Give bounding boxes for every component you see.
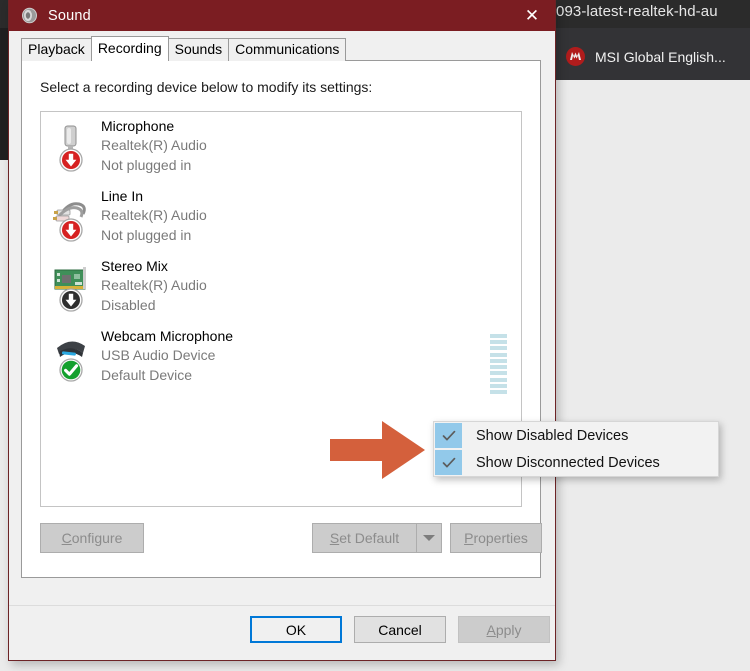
close-icon[interactable]: ✕ [509, 0, 555, 31]
title-bar[interactable]: Sound ✕ [9, 0, 555, 31]
bookmark-label: MSI Global English... [595, 48, 726, 65]
tab-sounds[interactable]: Sounds [167, 38, 230, 61]
speaker-icon [21, 7, 38, 24]
device-name: Line In [101, 188, 144, 204]
checkmark-icon [435, 450, 462, 475]
device-driver: Realtek(R) Audio [101, 207, 207, 223]
device-driver: Realtek(R) Audio [101, 277, 207, 293]
device-status: Not plugged in [101, 227, 192, 243]
properties-label-rest: roperties [473, 530, 528, 546]
recording-tab-panel: Select a recording device below to modif… [21, 60, 542, 578]
context-menu[interactable]: Show Disabled Devices Show Disconnected … [433, 421, 719, 477]
set-default-accel: S [329, 530, 340, 546]
meter-segment [490, 365, 507, 370]
meter-segment [490, 389, 507, 394]
meter-segment [490, 383, 507, 388]
msi-dragon-logo-icon [566, 47, 585, 66]
device-status: Not plugged in [101, 157, 192, 173]
device-status: Disabled [101, 297, 156, 313]
configure-button[interactable]: Configure [40, 523, 144, 553]
caret-shape [423, 535, 435, 541]
menu-item-label: Show Disabled Devices [476, 427, 629, 444]
configure-accel: C [61, 530, 72, 546]
ok-button[interactable]: OK [250, 616, 342, 643]
device-name: Microphone [101, 118, 175, 134]
set-default-button[interactable]: Set Default [312, 523, 416, 553]
menu-item-label: Show Disconnected Devices [476, 454, 660, 471]
device-name: Stereo Mix [101, 258, 168, 274]
set-default-button-group[interactable]: Set Default [312, 523, 442, 553]
right-arrow-annotation-icon [330, 419, 426, 481]
microphone-icon [53, 122, 95, 174]
properties-button[interactable]: Properties [450, 523, 542, 553]
device-status: Default Device [101, 367, 193, 383]
tab-bar: Playback Recording Sounds Communications [21, 36, 347, 61]
chevron-down-icon[interactable] [416, 523, 442, 553]
set-default-label-rest: et Default [339, 530, 400, 546]
meter-segment [490, 352, 507, 357]
device-row-stereo-mix[interactable]: Stereo Mix Realtek(R) Audio Disabled [41, 252, 521, 322]
meter-segment [490, 377, 507, 382]
menu-item-show-disabled-devices[interactable]: Show Disabled Devices [434, 422, 718, 449]
browser-tab-title[interactable]: 093-latest-realtek-hd-au [556, 3, 718, 20]
cancel-button[interactable]: Cancel [354, 616, 446, 643]
tab-communications[interactable]: Communications [228, 38, 347, 61]
tab-recording[interactable]: Recording [90, 36, 169, 61]
device-driver: Realtek(R) Audio [101, 137, 207, 153]
dialog-button-bar: OK Cancel Apply [9, 605, 555, 660]
instruction-text: Select a recording device below to modif… [40, 79, 373, 95]
meter-segment [490, 346, 507, 351]
device-row-webcam-microphone[interactable]: Webcam Microphone USB Audio Device Defau… [41, 322, 521, 394]
sound-dialog-window: Sound ✕ Playback Recording Sounds Commun… [8, 0, 556, 661]
device-name: Webcam Microphone [101, 328, 234, 344]
meter-segment [490, 340, 507, 345]
apply-label-rest: pply [495, 621, 522, 638]
rca-cable-icon [53, 192, 95, 244]
tab-playback[interactable]: Playback [21, 38, 92, 61]
bookmark-item-msi[interactable]: MSI Global English... [566, 47, 726, 66]
menu-item-show-disconnected-devices[interactable]: Show Disconnected Devices [434, 449, 718, 476]
apply-accel: A [486, 621, 496, 638]
window-title: Sound [48, 7, 91, 24]
configure-label-rest: onfigure [71, 530, 123, 546]
checkmark-icon [435, 423, 462, 448]
webcam-icon [53, 332, 95, 384]
apply-button[interactable]: Apply [458, 616, 550, 643]
device-driver: USB Audio Device [101, 347, 216, 363]
meter-segment [490, 334, 507, 338]
device-row-microphone[interactable]: Microphone Realtek(R) Audio Not plugged … [41, 112, 521, 182]
device-row-line-in[interactable]: Line In Realtek(R) Audio Not plugged in [41, 182, 521, 252]
meter-segment [490, 371, 507, 376]
volume-level-meter [490, 334, 507, 394]
sound-card-icon [53, 262, 95, 314]
meter-segment [490, 358, 507, 363]
